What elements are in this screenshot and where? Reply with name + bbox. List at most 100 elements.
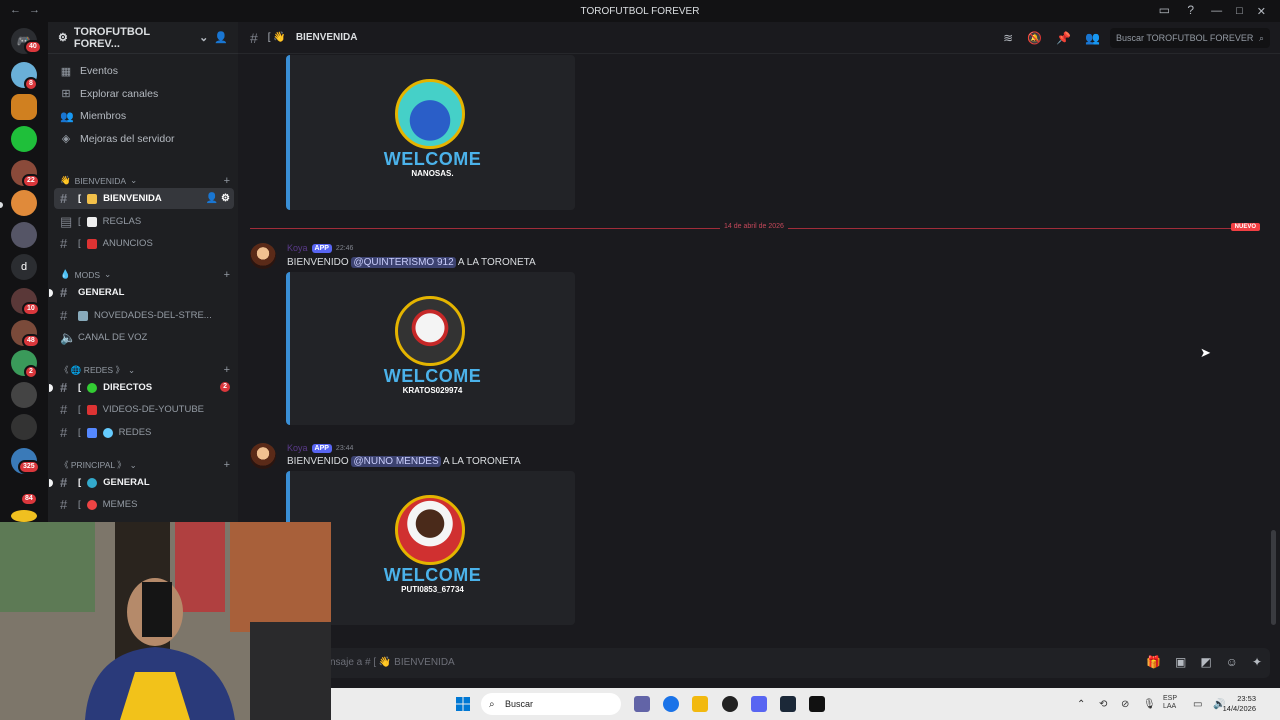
scrollbar[interactable] [1271,530,1276,625]
bracket-emoji: [ 👋 [267,32,286,43]
teams-icon[interactable] [634,696,650,712]
back-forward-icon[interactable]: ←→ [10,4,48,16]
mute-bell-icon[interactable]: 🔕 [1027,31,1042,45]
nav-server-boosts[interactable]: ◈ Mejoras del servidor [48,128,238,151]
hash-icon: # [60,402,68,417]
settings-icon[interactable]: 👤 ⚙ [206,193,234,204]
members-icon: 👥 [60,110,74,123]
title-bar: ←→ TOROFUTBOL FOREVER ▭ ? — □ ✕ [0,0,1280,22]
gif-icon[interactable]: ▣ [1175,655,1186,669]
category-principal[interactable]: 《 PRINCIPAL 》 ⌄ + [60,459,230,471]
obs-icon[interactable] [722,696,738,712]
hash-grid-icon: ⊞ [61,88,71,101]
apps-icon[interactable]: ✦ [1252,655,1262,669]
welcome-title: WELCOME [383,366,482,386]
server-icon[interactable] [11,414,37,440]
windows-start-icon[interactable] [456,697,470,711]
steam-icon[interactable] [780,696,796,712]
channel-sidebar: ⚙ TOROFUTBOL FOREV... ⌄ 👤 ▦ Eventos ⊞ Expl… [48,22,238,522]
inbox-icon[interactable]: ▭ [1159,3,1170,17]
rules-icon: ▤ [60,213,73,229]
author-name[interactable]: Koya [287,443,308,453]
server-icon[interactable] [11,510,37,522]
channel-memes[interactable]: #[ MEMES [54,494,234,515]
close-icon[interactable]: ✕ [1257,5,1266,18]
pin-icon[interactable]: 📌 [1056,31,1071,45]
file-explorer-icon[interactable] [692,696,708,712]
message-input[interactable]: nsaje a # [ 👋 BIENVENIDA [330,657,455,668]
server-icon[interactable] [11,190,37,216]
channel-general-mods[interactable]: # GENERAL [49,282,234,303]
emoji-icon[interactable]: ☺ [1226,655,1238,669]
channel-redes[interactable]: #[ REDES [54,422,234,443]
taskbar: ⌕ Buscar ⌃ ⟲ ⊘ 🎙 ESP LAA ▭ 🔊 23:53 14/4/20… [331,688,1280,720]
maximize-icon[interactable]: □ [1236,5,1243,17]
channel-videos-de-youtube[interactable]: #[ VIDEOS-DE-YOUTUBE [54,399,234,420]
category-bienvenida[interactable]: 👋 BIENVENIDA ⌄ + [60,175,230,187]
server-icon[interactable]: d [11,254,37,280]
mic-icon[interactable]: 🎙 [1143,699,1156,710]
search-input[interactable]: Buscar TOROFUTBOL FOREVER ⌕ [1110,28,1270,48]
app-badge: APP [311,243,332,253]
message-header: Koya APP 22:46 [287,243,353,253]
server-header[interactable]: ⚙ TOROFUTBOL FOREV... ⌄ 👤 [48,22,238,54]
server-icon[interactable] [11,126,37,152]
discord-icon[interactable] [751,696,767,712]
taskbar-search[interactable]: ⌕ Buscar [481,693,621,715]
hash-icon: # [60,308,68,323]
channel-title: BIENVENIDA [295,32,358,43]
channel-directos[interactable]: #[ DIRECTOS 2 [49,377,234,398]
invite-icon[interactable]: 👤 [214,31,228,44]
member-list-icon[interactable]: 👥 [1085,31,1100,45]
avatar[interactable] [250,443,276,469]
tray-app-icon[interactable]: ⟲ [1099,699,1107,710]
search-icon: ⌕ [489,698,495,710]
server-icon[interactable] [11,94,37,120]
category-mods[interactable]: 💧 MODS ⌄ + [60,269,230,281]
user-mention[interactable]: @QUINTERISMO 912 [351,257,456,268]
new-messages-divider: 14 de abril de 2026 NUEVO [250,223,1260,231]
nav-browse-channels[interactable]: ⊞ Explorar canales [48,83,238,106]
nav-members[interactable]: 👥 Miembros [48,105,238,128]
display-icon[interactable]: ▭ [1193,699,1202,710]
author-name[interactable]: Koya [287,243,308,253]
gift-icon[interactable]: 🎁 [1146,655,1161,669]
help-icon[interactable]: ? [1187,3,1194,17]
channel-novedades[interactable]: # NOVEDADES-DEL-STRE... [54,305,234,326]
channel-general[interactable]: #[ GENERAL [49,472,234,493]
calendar-icon: ▦ [60,65,72,78]
chrome-icon[interactable] [663,696,679,712]
server-icon[interactable] [11,222,37,248]
clock[interactable]: 23:53 14/4/2026 [1223,694,1256,714]
avatar[interactable] [250,243,276,269]
minimize-icon[interactable]: — [1211,5,1222,17]
app-badge: APP [311,443,332,453]
message-composer[interactable]: nsaje a # [ 👋 BIENVENIDA 🎁 ▣ ◩ ☺ ✦ [248,648,1270,678]
channel-canal-de-voz[interactable]: 🔈 CANAL DE VOZ [54,327,234,348]
welcome-username: PUTI0853_67734 [401,585,464,594]
language-indicator[interactable]: ESP LAA [1163,695,1177,711]
plus-icon[interactable]: + [224,175,230,187]
plus-icon[interactable]: + [224,459,230,471]
server-name: TOROFUTBOL FOREV... [73,25,150,50]
unread-badge: 84 [20,492,38,506]
plus-icon[interactable]: + [224,269,230,281]
user-mention[interactable]: @NUNO MENDES [351,456,441,467]
threads-icon[interactable]: ≋ [1003,31,1013,45]
nav-events[interactable]: ▦ Eventos [48,60,238,83]
network-icon[interactable]: ⊘ [1121,699,1129,710]
channel-bienvenida[interactable]: #[ BIENVENIDA 👤 ⚙ [54,188,234,209]
chevron-down-icon: ⌄ [199,32,209,44]
channel-anuncios[interactable]: #[ ANUNCIOS [54,233,234,254]
welcome-title: WELCOME [383,149,482,169]
mention-badge: 2 [220,382,230,392]
tray-chevron-icon[interactable]: ⌃ [1077,699,1085,710]
terminal-icon[interactable] [809,696,825,712]
sticker-icon[interactable]: ◩ [1200,655,1211,669]
plus-icon[interactable]: + [224,364,230,376]
category-redes[interactable]: 《 🌐 REDES 》 ⌄ + [60,364,230,376]
hash-icon: # [60,497,68,512]
server-icon[interactable] [11,382,37,408]
hash-icon: # [60,475,68,490]
channel-reglas[interactable]: ▤[ REGLAS [54,211,234,232]
